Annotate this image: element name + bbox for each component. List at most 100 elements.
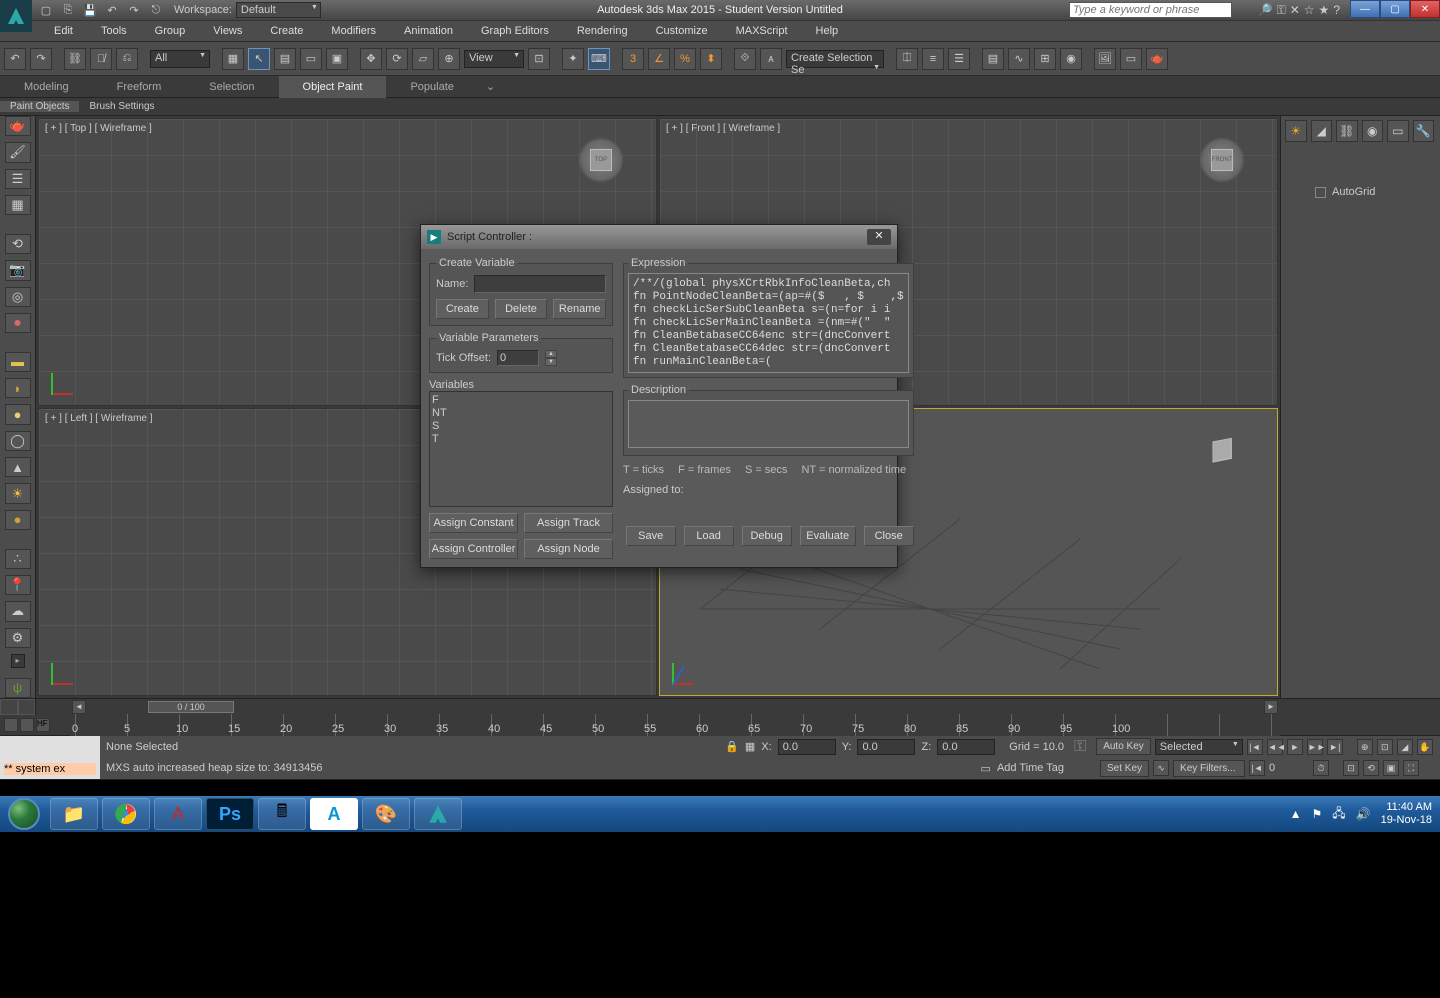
brush-icon[interactable]: 🖌 [5,142,31,162]
percent-snap-button[interactable]: % [674,48,696,70]
autogrid-checkbox[interactable] [1315,187,1326,198]
favorites-icon[interactable]: ★ [1319,3,1330,18]
tray-up-icon[interactable]: ▲ [1290,807,1302,821]
window-crossing-button[interactable]: ▣ [326,48,348,70]
pivot-button[interactable]: ⊡ [528,48,550,70]
tick-offset-input[interactable] [497,350,539,366]
menu-group[interactable]: Group [141,20,200,42]
y-field[interactable]: 0.0 [857,739,915,755]
zoom-all-button[interactable]: ⊡ [1377,739,1393,755]
time-slider-handle[interactable]: 0 / 100 [148,701,234,713]
menu-animation[interactable]: Animation [390,20,467,42]
add-time-tag[interactable]: Add Time Tag [997,762,1064,774]
mirror-button[interactable]: ⎅ [896,48,918,70]
undo-button[interactable]: ↶ [4,48,26,70]
render-button[interactable]: 🫖 [1146,48,1168,70]
spin-up[interactable]: ▲ [545,350,557,358]
redo-icon[interactable]: ↷ [126,2,142,18]
tray-flag-icon[interactable]: ⚑ [1312,807,1323,821]
spin-down[interactable]: ▼ [545,358,557,366]
viewcube-front[interactable]: FRONT [1199,137,1245,183]
snap-3-button[interactable]: 3 [622,48,644,70]
autocad-taskbar-icon[interactable]: A [154,798,202,830]
torus-icon[interactable]: ◯ [5,431,31,451]
trackbar-icon-1[interactable] [4,718,18,732]
expression-textarea[interactable]: /**/(global physXCrtRbkInfoCleanBeta,ch … [628,273,909,373]
shutter-icon[interactable]: ◎ [5,287,31,307]
assign-constant-button[interactable]: Assign Constant [429,513,518,533]
star-icon[interactable]: ☆ [1304,3,1315,18]
link-button[interactable]: ⛓ [64,48,86,70]
unlink-button[interactable]: ⛓̸ [90,48,112,70]
var-f[interactable]: F [432,394,610,407]
create-panel-icon[interactable]: ☀ [1285,120,1307,142]
arc-button[interactable]: ᴀ [760,48,782,70]
create-button[interactable]: Create [436,299,489,319]
goto-end-button[interactable]: ►| [1327,739,1343,755]
frame-field[interactable]: 0 [1269,762,1309,774]
start-button[interactable] [0,796,48,832]
named-sel-dropdown[interactable]: Create Selection Se [786,50,884,68]
menu-help[interactable]: Help [802,20,853,42]
assign-track-button[interactable]: Assign Track [524,513,613,533]
maximize-button[interactable]: ▢ [1380,0,1410,18]
max-viewport-button[interactable]: ⛶ [1403,760,1419,776]
trackbar-toggle[interactable] [0,699,36,715]
time-config-icon[interactable]: |◄ [1249,760,1265,776]
assign-controller-button[interactable]: Assign Controller [429,539,518,559]
hierarchy-panel-icon[interactable]: ⛓ [1336,120,1358,142]
workspace-dropdown[interactable]: Default [236,2,321,18]
trackbar-icon-3[interactable]: HF [36,718,50,732]
utilities-panel-icon[interactable]: 🔧 [1413,120,1435,142]
material-editor-button[interactable]: ◉ [1060,48,1082,70]
trackbar-icon-2[interactable] [20,718,34,732]
dialog-titlebar[interactable]: ▶ Script Controller : ✕ [421,225,897,249]
link-icon[interactable]: ⎋ [148,2,164,18]
menu-create[interactable]: Create [256,20,317,42]
keyboard-shortcut-button[interactable]: ⌨ [588,48,610,70]
cone-icon[interactable]: ▲ [5,457,31,477]
pin-icon[interactable]: 📍 [5,575,31,595]
gear-icon[interactable]: ⚙ [5,628,31,648]
bind-button[interactable]: ⎌ [116,48,138,70]
undo-icon[interactable]: ↶ [104,2,120,18]
tab-modeling[interactable]: Modeling [0,76,93,98]
curve-editor-button[interactable]: ∿ [1008,48,1030,70]
display-panel-icon[interactable]: ▭ [1387,120,1409,142]
paint-taskbar-icon[interactable]: 🎨 [362,798,410,830]
time-slider-track[interactable]: 0 / 100 [88,700,1262,714]
particles-icon[interactable]: ∴ [5,549,31,569]
subtab-brush-settings[interactable]: Brush Settings [79,101,164,112]
ribbon-expand-icon[interactable]: ⌄ [478,76,503,98]
photoshop-taskbar-icon[interactable]: Ps [206,798,254,830]
calc-taskbar-icon[interactable]: 🖩 [258,798,306,830]
redo-button[interactable]: ↷ [30,48,52,70]
menu-tools[interactable]: Tools [87,20,141,42]
rotate-icon[interactable]: ⟲ [5,234,31,254]
minimize-button[interactable]: — [1350,0,1380,18]
goto-start-button[interactable]: |◄ [1247,739,1263,755]
orbit-button[interactable]: ⟲ [1363,760,1379,776]
3dsmax-taskbar-icon[interactable] [414,798,462,830]
menu-graph-editors[interactable]: Graph Editors [467,20,563,42]
scene-explorer-button[interactable]: ▤ [982,48,1004,70]
layer-button[interactable]: ☰ [948,48,970,70]
load-button[interactable]: Load [684,526,734,546]
align-button[interactable]: ≡ [922,48,944,70]
teapot-icon[interactable]: 🫖 [5,116,31,136]
search-input[interactable] [1069,2,1232,18]
key-type-dropdown[interactable]: Selected [1155,739,1243,755]
manipulate-button[interactable]: ✦ [562,48,584,70]
crossing-button[interactable]: ▦ [222,48,244,70]
scale-button[interactable]: ▱ [412,48,434,70]
menu-maxscript[interactable]: MAXScript [722,20,802,42]
grass-icon[interactable]: ψ [5,678,31,698]
move-button[interactable]: ✥ [360,48,382,70]
tab-freeform[interactable]: Freeform [93,76,186,98]
list-icon[interactable]: ☰ [5,169,31,189]
plane-icon[interactable]: ▬ [5,352,31,372]
assign-node-button[interactable]: Assign Node [524,539,613,559]
tab-selection[interactable]: Selection [185,76,278,98]
timetag-icon[interactable]: ▭ [981,762,991,775]
dome-icon[interactable]: ◗ [5,378,31,398]
